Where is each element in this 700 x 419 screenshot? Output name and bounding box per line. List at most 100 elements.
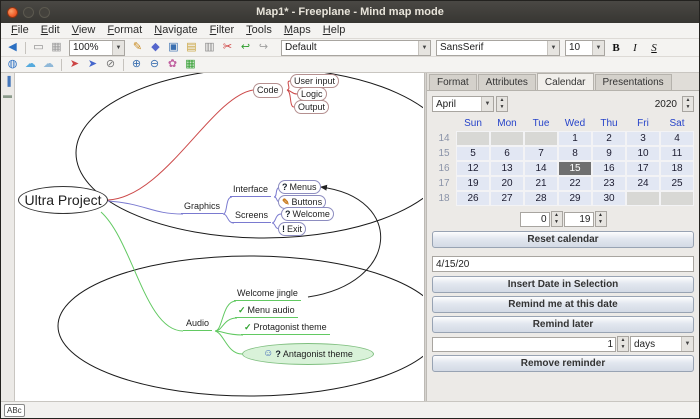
node-user-input[interactable]: User input: [290, 74, 340, 88]
calendar-day-25[interactable]: 25: [660, 176, 694, 191]
spin-down-icon[interactable]: ▼: [683, 104, 693, 111]
insert-date-button[interactable]: Insert Date in Selection: [432, 276, 694, 293]
calendar-day-20[interactable]: 20: [490, 176, 524, 191]
redo-icon[interactable]: ↪: [255, 40, 272, 55]
node-interface[interactable]: Interface: [230, 184, 272, 197]
hour-field[interactable]: [519, 211, 550, 227]
remind-amount-field[interactable]: [432, 336, 616, 352]
arrow-link-icon[interactable]: ➤: [66, 57, 83, 72]
zoom-combo[interactable]: 100% ▼: [69, 39, 125, 56]
node-screens[interactable]: Screens: [232, 210, 272, 223]
calendar-day-2[interactable]: 2: [592, 131, 626, 146]
tab-presentations[interactable]: Presentations: [594, 74, 672, 90]
close-window-button[interactable]: [7, 6, 18, 18]
cut-icon[interactable]: ✂: [219, 40, 236, 55]
print-icon[interactable]: ▥: [201, 40, 218, 55]
style-icon[interactable]: ◆: [147, 40, 164, 55]
spellcheck-indicator-icon[interactable]: ABc: [4, 403, 25, 417]
menu-file[interactable]: File: [5, 23, 35, 38]
node-antagonist-theme[interactable]: ☺ ? Antagonist theme: [242, 343, 374, 365]
hour-spinner[interactable]: ▲ ▼: [550, 211, 563, 227]
save-icon[interactable]: ▣: [165, 40, 182, 55]
calendar-day-5[interactable]: 5: [456, 146, 490, 161]
node-protagonist-theme[interactable]: ✓ Protagonist theme: [241, 322, 330, 335]
spin-up-icon[interactable]: ▲: [552, 212, 562, 219]
map-canvas[interactable]: Ultra Project Code User input Logic Outp…: [15, 73, 424, 401]
grid-icon[interactable]: ▦: [182, 57, 199, 72]
zoom-in-icon[interactable]: ⊕: [128, 57, 145, 72]
zoom-out-icon[interactable]: ⊖: [146, 57, 163, 72]
spin-down-icon[interactable]: ▼: [618, 344, 628, 351]
remind-amount-spinner[interactable]: ▲ ▼: [617, 336, 629, 352]
minute-field[interactable]: [563, 211, 594, 227]
calendar-day-1[interactable]: 1: [558, 131, 592, 146]
spin-up-icon[interactable]: ▲: [683, 97, 693, 104]
node-audio[interactable]: Audio: [183, 318, 213, 331]
calendar-day-9[interactable]: 9: [592, 146, 626, 161]
node-ultra-project[interactable]: Ultra Project: [18, 186, 108, 214]
reset-calendar-button[interactable]: Reset calendar: [432, 231, 694, 248]
spin-down-icon[interactable]: ▼: [596, 219, 606, 226]
calendar-day-28[interactable]: 28: [524, 191, 558, 206]
cloud-icon[interactable]: ☁: [22, 57, 39, 72]
calendar-day-12[interactable]: 12: [456, 161, 490, 176]
menu-view[interactable]: View: [66, 23, 102, 38]
spin-up-icon[interactable]: ▲: [596, 212, 606, 219]
remove-format-icon[interactable]: ⊘: [102, 57, 119, 72]
cloud-shadow-icon[interactable]: ☁: [40, 57, 57, 72]
show-selection-icon[interactable]: ▭: [30, 40, 47, 55]
month-combo[interactable]: April ▼: [432, 96, 494, 112]
node-welcome-jingle[interactable]: Welcome jingle: [234, 288, 301, 301]
minute-spinner[interactable]: ▲ ▼: [594, 211, 607, 227]
font-size-combo[interactable]: 10 ▼: [565, 39, 605, 56]
calendar-day-8[interactable]: 8: [558, 146, 592, 161]
speaker-icon[interactable]: ◀: [4, 40, 21, 55]
globe-icon[interactable]: ◍: [4, 57, 21, 72]
tab-attributes[interactable]: Attributes: [477, 74, 536, 90]
calendar-day-21[interactable]: 21: [524, 176, 558, 191]
date-field[interactable]: [432, 256, 694, 272]
calendar-day-19[interactable]: 19: [456, 176, 490, 191]
menu-navigate[interactable]: Navigate: [148, 23, 203, 38]
calendar-day-13[interactable]: 13: [490, 161, 524, 176]
bold-button[interactable]: B: [608, 40, 624, 55]
calendar-day-10[interactable]: 10: [626, 146, 660, 161]
italic-button[interactable]: I: [627, 40, 643, 55]
spin-down-icon[interactable]: ▼: [552, 219, 562, 226]
menu-maps[interactable]: Maps: [278, 23, 317, 38]
calendar-day-23[interactable]: 23: [592, 176, 626, 191]
remind-at-date-button[interactable]: Remind me at this date: [432, 296, 694, 313]
node-menus[interactable]: ? Menus: [278, 180, 321, 194]
node-welcome[interactable]: ? Welcome: [281, 207, 334, 221]
menu-tools[interactable]: Tools: [240, 23, 278, 38]
tab-calendar[interactable]: Calendar: [536, 73, 594, 90]
spin-up-icon[interactable]: ▲: [497, 97, 507, 104]
tab-format[interactable]: Format: [429, 74, 477, 90]
calendar-day-29[interactable]: 29: [558, 191, 592, 206]
strikethrough-button[interactable]: S: [646, 40, 662, 55]
month-spinner[interactable]: ▲ ▼: [496, 96, 508, 112]
spin-down-icon[interactable]: ▼: [497, 104, 507, 111]
pencil-icon[interactable]: ✎: [129, 40, 146, 55]
remind-unit-combo[interactable]: days ▼: [630, 336, 694, 352]
calendar-day-4[interactable]: 4: [660, 131, 694, 146]
note-panel-toggle-icon[interactable]: ▬: [2, 89, 14, 101]
node-menu-audio[interactable]: ✓ Menu audio: [235, 305, 298, 318]
open-folder-icon[interactable]: ▤: [183, 40, 200, 55]
calendar-day-24[interactable]: 24: [626, 176, 660, 191]
node-output[interactable]: Output: [294, 100, 330, 114]
calendar-day-18[interactable]: 18: [660, 161, 694, 176]
menu-help[interactable]: Help: [317, 23, 352, 38]
undo-icon[interactable]: ↩: [237, 40, 254, 55]
node-exit[interactable]: ! Exit: [278, 222, 307, 236]
calendar-day-6[interactable]: 6: [490, 146, 524, 161]
icon-palette-icon[interactable]: ✿: [164, 57, 181, 72]
menu-edit[interactable]: Edit: [35, 23, 66, 38]
calendar-day-3[interactable]: 3: [626, 131, 660, 146]
node-logic[interactable]: Logic: [297, 87, 327, 101]
maximize-window-button[interactable]: [39, 6, 50, 18]
calendar-day-14[interactable]: 14: [524, 161, 558, 176]
menu-format[interactable]: Format: [101, 23, 148, 38]
calendar-day-22[interactable]: 22: [558, 176, 592, 191]
font-combo[interactable]: SansSerif ▼: [436, 39, 560, 56]
